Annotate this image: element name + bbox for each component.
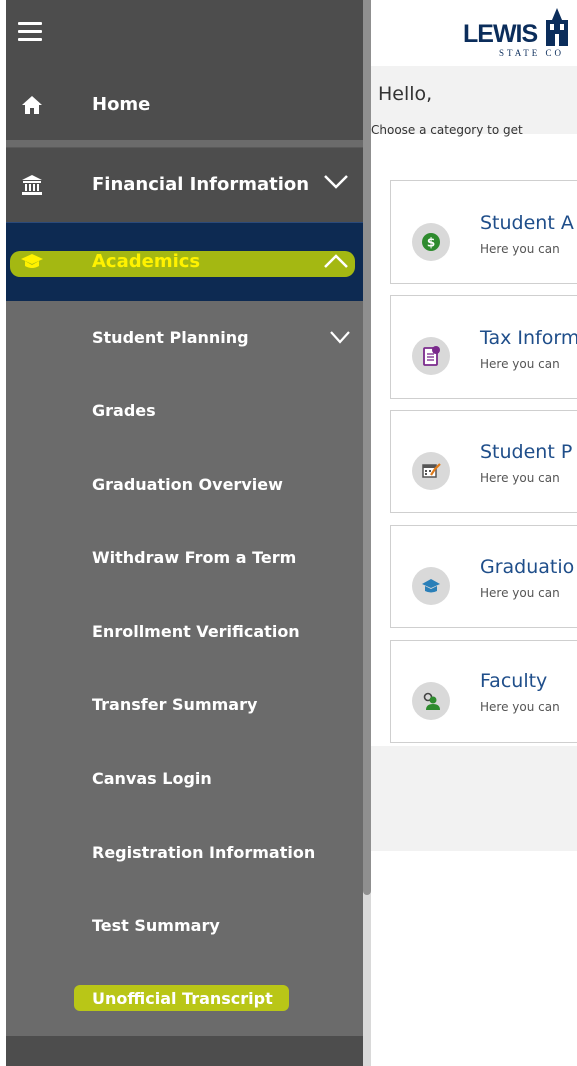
sidebar-subitem-label: Transfer Summary bbox=[92, 695, 258, 714]
home-icon bbox=[22, 96, 42, 114]
faculty-icon bbox=[423, 692, 440, 710]
sidebar-subitem-label: Registration Information bbox=[92, 843, 316, 862]
greeting-panel: Hello, Choose a category to get bbox=[371, 66, 577, 137]
menu-bar bbox=[6, 0, 363, 68]
sidebar-subitem-label: Graduation Overview bbox=[92, 475, 283, 494]
card-icon-circle: $ bbox=[412, 223, 450, 261]
logo-text: LEWIS bbox=[463, 20, 538, 48]
sidebar-item-academics[interactable]: Academics bbox=[6, 222, 363, 301]
card-description: Here you can bbox=[480, 586, 560, 600]
card-title: Graduatio bbox=[480, 556, 575, 578]
sidebar-subitem-label: Withdraw From a Term bbox=[92, 548, 297, 567]
dollar-icon: $ bbox=[422, 233, 440, 251]
chevron-down-icon[interactable] bbox=[330, 330, 350, 344]
card-icon-circle bbox=[412, 682, 450, 720]
sidebar-scrollbar[interactable] bbox=[363, 0, 371, 1066]
card-description: Here you can bbox=[480, 357, 560, 371]
card-title: Student P bbox=[480, 441, 573, 463]
sidebar-subitem-label: Grades bbox=[92, 401, 156, 420]
sidebar-item-financial-information[interactable]: Financial Information bbox=[6, 147, 363, 222]
main-content: LEWIS STATE CO Hello, Choose a category … bbox=[371, 0, 577, 1066]
logo-subtext: STATE CO bbox=[499, 48, 565, 58]
graduation-cap-icon bbox=[21, 254, 43, 268]
sidebar-subitem-label: Test Summary bbox=[92, 916, 220, 935]
category-card-graduation[interactable]: Graduatio Here you can bbox=[390, 525, 577, 628]
sidebar-subitem-label: Unofficial Transcript bbox=[92, 989, 273, 1008]
category-card-student-planning[interactable]: Student P Here you can bbox=[390, 410, 577, 513]
svg-text:$: $ bbox=[427, 236, 435, 250]
category-card-tax-information[interactable]: Tax Inform Here you can bbox=[390, 295, 577, 399]
college-tower-logo-icon bbox=[546, 8, 568, 46]
footer-band bbox=[371, 746, 577, 851]
sidebar-item-next[interactable] bbox=[6, 1036, 363, 1066]
tax-form-icon bbox=[423, 346, 440, 366]
card-title: Student A bbox=[480, 212, 574, 234]
sidebar-subitem-enrollment-verification[interactable]: Enrollment Verification bbox=[92, 622, 352, 641]
hamburger-menu-icon[interactable] bbox=[18, 22, 42, 41]
sidebar-subitem-canvas-login[interactable]: Canvas Login bbox=[92, 769, 352, 788]
sidebar-subitem-student-planning[interactable]: Student Planning bbox=[92, 328, 352, 347]
card-description: Here you can bbox=[480, 471, 560, 485]
sidebar-subitem-test-summary[interactable]: Test Summary bbox=[92, 916, 352, 935]
sidebar-subitem-graduation-overview[interactable]: Graduation Overview bbox=[92, 475, 352, 494]
scrollbar-thumb[interactable] bbox=[363, 0, 371, 895]
graduation-cap-icon bbox=[422, 579, 440, 593]
card-title: Tax Inform bbox=[480, 327, 577, 349]
card-icon-circle bbox=[412, 452, 450, 490]
sidebar-subitem-unofficial-transcript[interactable]: Unofficial Transcript bbox=[92, 989, 352, 1008]
card-title: Faculty bbox=[480, 670, 548, 692]
category-card-student-account[interactable]: $ Student A Here you can bbox=[390, 180, 577, 284]
chevron-down-icon[interactable] bbox=[323, 172, 349, 192]
sidebar-subitem-label: Student Planning bbox=[92, 328, 249, 347]
sidebar-subitem-registration-information[interactable]: Registration Information bbox=[92, 843, 352, 862]
greeting-title: Hello, bbox=[378, 83, 433, 105]
header-logo-bar: LEWIS STATE CO bbox=[371, 0, 577, 66]
card-description: Here you can bbox=[480, 242, 560, 256]
sidebar-item-home[interactable]: Home bbox=[6, 68, 363, 140]
bank-icon bbox=[22, 175, 42, 195]
card-description: Here you can bbox=[480, 700, 560, 714]
category-card-faculty[interactable]: Faculty Here you can bbox=[390, 640, 577, 743]
sidebar-subitem-label: Enrollment Verification bbox=[92, 622, 300, 641]
sidebar-item-label: Financial Information bbox=[92, 174, 310, 195]
calendar-check-icon bbox=[422, 463, 441, 478]
sidebar-item-label: Home bbox=[92, 94, 151, 115]
sidebar-subitem-label: Canvas Login bbox=[92, 769, 212, 788]
sidebar-subitem-withdraw-from-a-term[interactable]: Withdraw From a Term bbox=[92, 548, 352, 567]
card-icon-circle bbox=[412, 337, 450, 375]
chevron-up-icon[interactable] bbox=[323, 251, 349, 271]
sidebar-subitem-transfer-summary[interactable]: Transfer Summary bbox=[92, 695, 352, 714]
card-icon-circle bbox=[412, 567, 450, 605]
sidebar-subitem-grades[interactable]: Grades bbox=[92, 401, 352, 420]
sidebar: Home Financial Information Academics Stu… bbox=[6, 0, 363, 1066]
sidebar-item-label: Academics bbox=[92, 251, 201, 272]
greeting-subtitle: Choose a category to get bbox=[371, 123, 523, 137]
